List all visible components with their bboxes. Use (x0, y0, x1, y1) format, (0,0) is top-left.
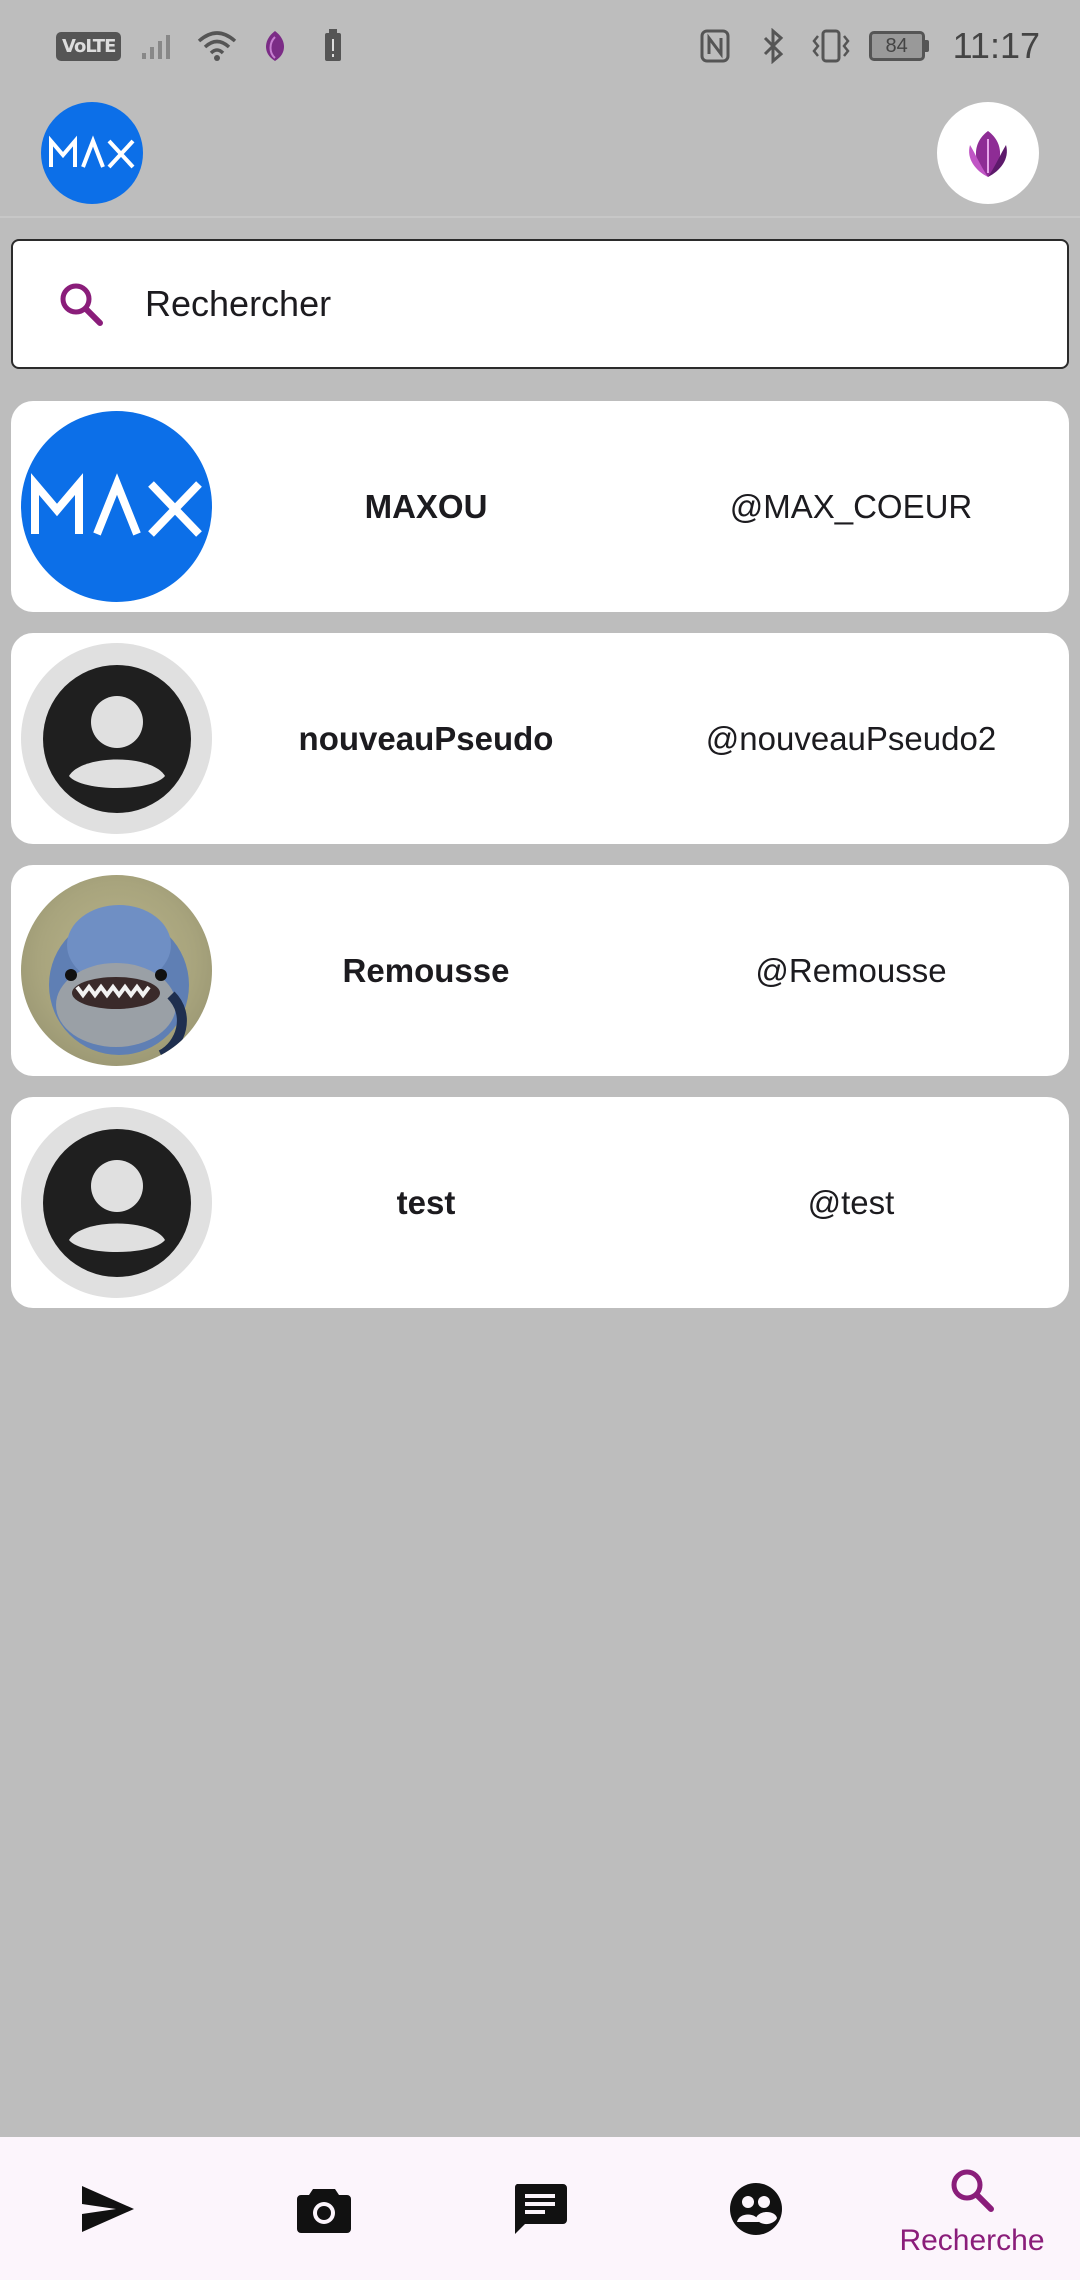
user-handle: @MAX_COEUR (729, 487, 973, 525)
nav-messages[interactable] (432, 2137, 648, 2280)
bottom-navigation: Recherche (0, 2137, 1080, 2280)
user-handle: @Remousse (755, 951, 947, 989)
shark-photo-icon (49, 905, 189, 1060)
search-input[interactable] (145, 283, 945, 325)
message-icon (510, 2179, 570, 2239)
signal-icon (139, 26, 179, 66)
user-card[interactable]: MAXOU @MAX_COEUR (11, 401, 1069, 612)
nfc-icon (695, 26, 735, 66)
search-icon (942, 2160, 1002, 2220)
app-notification-icon (255, 26, 295, 66)
battery-level: 84 (868, 31, 925, 61)
user-card[interactable]: nouveauPseudo @nouveauPseudo2 (11, 633, 1069, 844)
nav-search[interactable]: Recherche (864, 2137, 1080, 2280)
user-name: Remousse (342, 951, 510, 989)
app-bar (0, 92, 1080, 218)
send-icon (78, 2179, 138, 2239)
search-icon (51, 274, 111, 334)
wifi-icon (197, 26, 237, 66)
battery-indicator: 84 (868, 31, 929, 61)
clock: 11:17 (952, 25, 1040, 66)
default-user-icon (42, 664, 191, 813)
max-logo-icon (30, 472, 202, 537)
volte-indicator: VoLTE (56, 31, 122, 61)
status-left: VoLTE (56, 26, 353, 66)
user-name: MAXOU (364, 487, 488, 525)
user-card[interactable]: Remousse @Remousse (11, 865, 1069, 1076)
status-right: 84 11:17 (695, 25, 1040, 67)
user-avatar (21, 1107, 212, 1298)
battery-alert-icon (313, 26, 353, 66)
camera-icon (294, 2179, 354, 2239)
user-avatar (21, 875, 212, 1066)
user-handle: @test (807, 1183, 895, 1221)
friends-icon (726, 2179, 786, 2239)
user-avatar (21, 411, 212, 602)
nav-search-label: Recherche (899, 2223, 1045, 2257)
search-bar[interactable] (11, 239, 1069, 369)
vibrate-icon (811, 26, 851, 66)
leaf-logo-icon (969, 131, 1007, 177)
user-name: nouveauPseudo (298, 719, 554, 757)
status-bar: VoLTE 84 11:17 (0, 0, 1080, 92)
bluetooth-icon (753, 26, 793, 66)
default-user-icon (42, 1128, 191, 1277)
user-card[interactable]: test @test (11, 1097, 1069, 1308)
nav-camera[interactable] (216, 2137, 432, 2280)
user-list: MAXOU @MAX_COEUR nouveauPseudo @nouveauP… (11, 401, 1069, 1329)
nav-send[interactable] (0, 2137, 216, 2280)
user-name: test (396, 1183, 456, 1221)
max-logo-icon (49, 135, 135, 169)
battery-tip (924, 40, 929, 52)
user-avatar (21, 643, 212, 834)
profile-avatar-button[interactable] (41, 102, 143, 204)
app-logo-button[interactable] (937, 102, 1039, 204)
nav-friends[interactable] (648, 2137, 864, 2280)
user-handle: @nouveauPseudo2 (705, 719, 997, 757)
